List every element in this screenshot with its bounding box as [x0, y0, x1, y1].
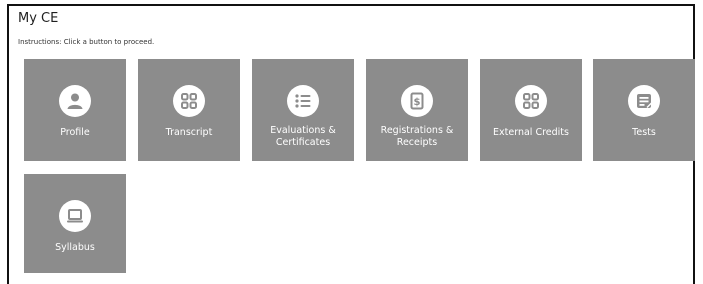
- evaluations-certificates-button[interactable]: Evaluations & Certificates: [252, 59, 354, 161]
- laptop-icon: [59, 200, 91, 232]
- svg-text:$: $: [414, 97, 421, 108]
- grid-icon: [515, 85, 547, 117]
- external-credits-button[interactable]: External Credits: [480, 59, 582, 161]
- grid-icon: [173, 85, 205, 117]
- profile-label: Profile: [60, 127, 90, 138]
- person-icon: [59, 85, 91, 117]
- test-form-icon: [628, 85, 660, 117]
- registrations-receipts-label: Registrations & Receipts: [380, 125, 454, 148]
- profile-button[interactable]: Profile: [24, 59, 126, 161]
- tests-button[interactable]: Tests: [593, 59, 695, 161]
- transcript-button[interactable]: Transcript: [138, 59, 240, 161]
- tests-label: Tests: [632, 127, 656, 138]
- transcript-label: Transcript: [165, 127, 213, 138]
- page-title: My CE: [18, 11, 59, 26]
- syllabus-button[interactable]: Syllabus: [24, 174, 126, 273]
- list-icon: [287, 85, 319, 117]
- evaluations-certificates-label: Evaluations & Certificates: [270, 125, 336, 148]
- dollar-receipt-icon: $: [401, 85, 433, 117]
- instructions-text: Instructions: Click a button to proceed.: [18, 38, 155, 46]
- registrations-receipts-button[interactable]: $ Registrations & Receipts: [366, 59, 468, 161]
- external-credits-label: External Credits: [493, 127, 569, 138]
- syllabus-label: Syllabus: [55, 242, 95, 253]
